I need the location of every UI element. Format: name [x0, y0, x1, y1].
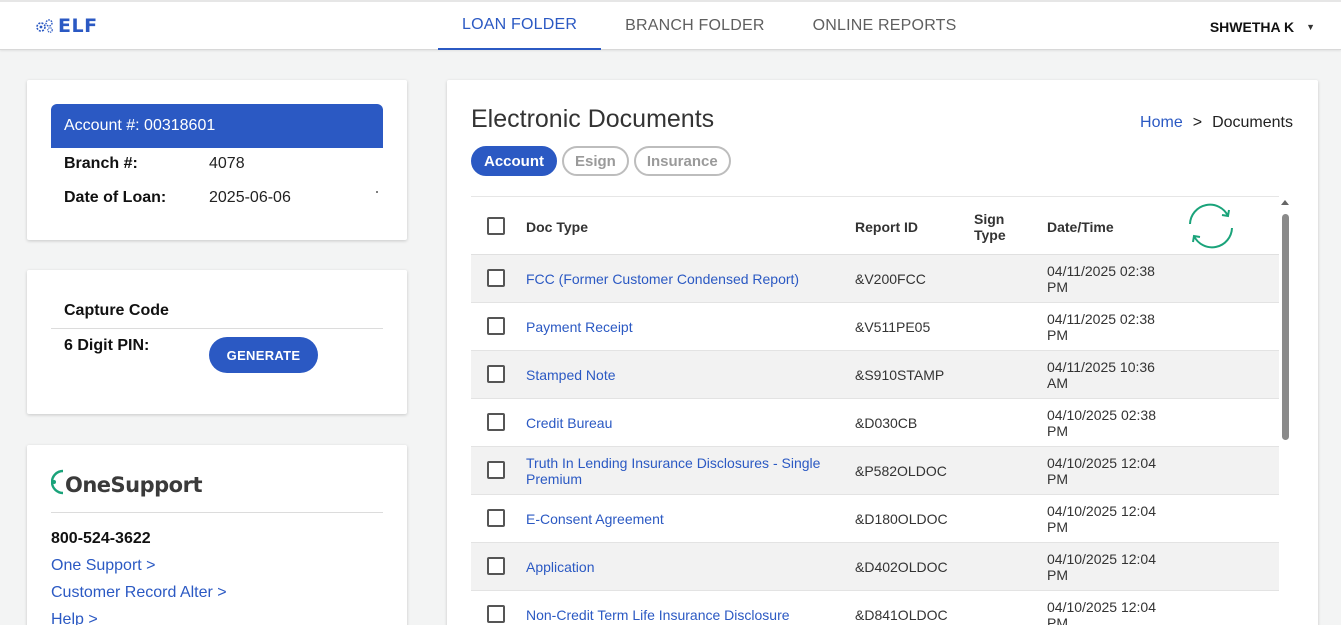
filter-account[interactable]: Account [471, 146, 557, 176]
column-report-id[interactable]: Report ID [855, 219, 918, 235]
help-link[interactable]: Help > [51, 611, 98, 625]
tab-loan-folder[interactable]: LOAN FOLDER [438, 2, 602, 50]
date-time-cell: 04/10/2025 12:04 PM [1047, 599, 1156, 625]
row-checkbox[interactable] [487, 461, 505, 479]
breadcrumb-current: Documents [1212, 114, 1293, 131]
documents-table: Doc Type Report ID Sign Type Date/Time F… [471, 196, 1279, 625]
app-logo[interactable]: ELF [34, 15, 98, 37]
report-id-cell: &D841OLDOC [855, 607, 948, 623]
page-title: Electronic Documents [471, 105, 715, 133]
column-sign-type-line1[interactable]: Sign [974, 211, 1004, 227]
capture-code-card: Capture Code 6 Digit PIN: GENERATE [27, 270, 407, 414]
table-row: Truth In Lending Insurance Disclosures -… [471, 447, 1279, 495]
table-row: Non-Credit Term Life Insurance Disclosur… [471, 591, 1279, 625]
column-doc-type[interactable]: Doc Type [526, 219, 588, 235]
branch-value: 4078 [209, 155, 245, 172]
generate-button[interactable]: GENERATE [209, 337, 318, 373]
table-row: Stamped Note &S910STAMP 04/11/2025 10:36 A… [471, 351, 1279, 399]
filter-esign[interactable]: Esign [562, 146, 629, 176]
doc-type-link[interactable]: Truth In Lending Insurance Disclosures -… [526, 455, 826, 487]
column-sign-type-line2[interactable]: Type [974, 227, 1006, 243]
date-time-cell: 04/11/2025 02:38 PM [1047, 311, 1155, 343]
scroll-thumb[interactable] [1282, 214, 1289, 440]
table-row: Application &D402OLDOC 04/10/2025 12:04 PM [471, 543, 1279, 591]
branch-label: Branch #: [64, 155, 138, 172]
table-row: Credit Bureau &D030CB 04/10/2025 02:38 PM [471, 399, 1279, 447]
date-time-cell: 04/10/2025 12:04 PM [1047, 551, 1156, 583]
date-time-cell: 04/10/2025 12:04 PM [1047, 503, 1156, 535]
doc-type-link[interactable]: Non-Credit Term Life Insurance Disclosur… [526, 607, 826, 623]
breadcrumb-separator: > [1192, 114, 1203, 131]
row-checkbox[interactable] [487, 605, 505, 623]
doc-type-link[interactable]: Credit Bureau [526, 415, 826, 431]
app-logo-text: ELF [58, 15, 98, 37]
table-row: E-Consent Agreement &D180OLDOC 04/10/2025 … [471, 495, 1279, 543]
user-name: SHWETHA K [1209, 19, 1295, 35]
filter-insurance[interactable]: Insurance [633, 146, 731, 176]
documents-card: Electronic Documents Home > Documents Ac… [447, 80, 1318, 625]
divider [51, 512, 383, 513]
top-bar: ELF LOAN FOLDER BRANCH FOLDER ONLINE REP… [0, 0, 1341, 50]
one-support-link[interactable]: One Support > [51, 557, 156, 575]
report-id-cell: &V511PE05 [855, 319, 931, 335]
dot-marker [376, 191, 378, 193]
support-phone: 800-524-3622 [51, 530, 151, 547]
date-time-cell: 04/10/2025 02:38 PM [1047, 407, 1156, 439]
doc-filter-pills: Account Esign Insurance [471, 146, 731, 176]
report-id-cell: &D030CB [855, 415, 918, 431]
customer-record-alter-link[interactable]: Customer Record Alter > [51, 584, 227, 602]
table-header: Doc Type Report ID Sign Type Date/Time [471, 197, 1279, 255]
column-date-time[interactable]: Date/Time [1047, 219, 1114, 235]
date-time-cell: 04/10/2025 12:04 PM [1047, 455, 1156, 487]
doc-type-link[interactable]: E-Consent Agreement [526, 511, 826, 527]
table-scrollbar[interactable] [1279, 196, 1291, 625]
refresh-icon[interactable] [1184, 202, 1238, 255]
breadcrumb-home-link[interactable]: Home [1140, 114, 1183, 132]
gear-cluster-icon [34, 16, 56, 36]
account-card: Account #: 00318601 Branch #: 4078 Date … [27, 80, 407, 240]
row-checkbox[interactable] [487, 365, 505, 383]
onesupport-card: OneSupport 800-524-3622 One Support > Cu… [27, 445, 407, 625]
tab-branch-folder[interactable]: BRANCH FOLDER [601, 2, 789, 50]
loan-date-label: Date of Loan: [64, 189, 167, 206]
report-id-cell: &S910STAMP [855, 367, 945, 383]
divider [51, 328, 383, 329]
row-checkbox[interactable] [487, 557, 505, 575]
caret-down-icon: ▼ [1306, 22, 1315, 32]
user-menu[interactable]: SHWETHA K ▼ [1210, 19, 1315, 35]
row-checkbox[interactable] [487, 269, 505, 287]
report-id-cell: &V200FCC [855, 271, 926, 287]
headset-icon [50, 467, 65, 502]
loan-date-value: 2025-06-06 [209, 189, 291, 206]
capture-code-title: Capture Code [64, 302, 169, 319]
doc-type-link[interactable]: FCC (Former Customer Condensed Report) [526, 271, 826, 287]
tab-online-reports[interactable]: ONLINE REPORTS [789, 2, 981, 50]
row-checkbox[interactable] [487, 317, 505, 335]
report-id-cell: &D180OLDOC [855, 511, 948, 527]
scroll-up-arrow-icon[interactable] [1281, 200, 1289, 205]
table-row: Payment Receipt &V511PE05 04/11/2025 02:38… [471, 303, 1279, 351]
doc-type-link[interactable]: Stamped Note [526, 367, 826, 383]
breadcrumb: Home > Documents [1140, 114, 1293, 132]
date-time-cell: 04/11/2025 02:38 PM [1047, 263, 1155, 295]
account-number-header: Account #: 00318601 [51, 104, 383, 148]
report-id-cell: &D402OLDOC [855, 559, 948, 575]
onesupport-logo-text: OneSupport [65, 472, 203, 497]
onesupport-logo: OneSupport [50, 467, 203, 502]
doc-type-link[interactable]: Application [526, 559, 826, 575]
pin-label: 6 Digit PIN: [64, 337, 150, 354]
doc-type-link[interactable]: Payment Receipt [526, 319, 826, 335]
row-checkbox[interactable] [487, 509, 505, 527]
date-time-cell: 04/11/2025 10:36 AM [1047, 359, 1155, 391]
main-nav: LOAN FOLDER BRANCH FOLDER ONLINE REPORTS [438, 2, 981, 50]
select-all-checkbox[interactable] [487, 217, 505, 235]
report-id-cell: &P582OLDOC [855, 463, 947, 479]
table-row: FCC (Former Customer Condensed Report) &V… [471, 255, 1279, 303]
row-checkbox[interactable] [487, 413, 505, 431]
